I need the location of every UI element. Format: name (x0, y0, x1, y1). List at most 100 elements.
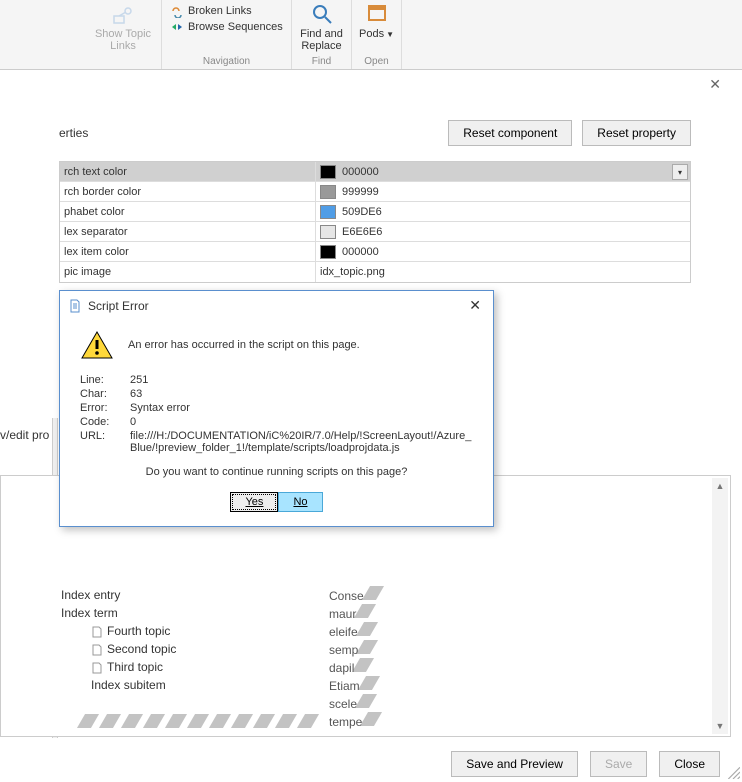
show-topic-links-button: Show Topic Links (93, 0, 153, 52)
preview-word: tempe (329, 712, 380, 730)
preview-pane: ConsemaureleifesempdapilEtiamsceletempe (329, 586, 380, 730)
property-row[interactable]: lex separatorE6E6E6 (60, 222, 690, 242)
color-swatch (320, 245, 336, 259)
save-button[interactable]: Save (590, 751, 647, 777)
bottom-button-bar: Save and Preview Save Close (451, 751, 720, 777)
property-label: phabet color (60, 206, 315, 218)
page-icon (91, 625, 103, 637)
ribbon-group-navigation: Broken Links Browse Sequences Navigation (162, 0, 292, 69)
ribbon-group-find: Find and Replace Find (292, 0, 352, 69)
color-swatch (320, 225, 336, 239)
broken-links-icon (170, 4, 184, 18)
code-value: 0 (130, 416, 473, 428)
warning-icon (80, 330, 114, 360)
resize-grip-icon[interactable] (726, 765, 740, 779)
index-subitem-item[interactable]: Index subitem (61, 676, 176, 694)
property-value[interactable]: idx_topic.png (315, 262, 690, 282)
property-value-text: 000000 (342, 246, 379, 258)
script-error-body: An error has occurred in the script on t… (60, 320, 493, 526)
properties-table: rch text color 000000 ▾ rch border color 999… (59, 161, 691, 283)
url-value: file:///H:/DOCUMENTATION/iC%20IR/7.0/Hel… (130, 430, 473, 454)
pods-button[interactable]: Pods ▼ (359, 28, 394, 40)
script-error-title: Script Error (88, 299, 149, 313)
char-value: 63 (130, 388, 473, 400)
pods-label: Pods (359, 28, 384, 40)
index-entry-item[interactable]: Index entry (61, 586, 176, 604)
property-row[interactable]: rch text color 000000 ▾ (60, 162, 690, 182)
script-error-message: An error has occurred in the script on t… (128, 339, 360, 351)
script-error-details: Line:251 Char:63 Error:Syntax error Code… (80, 374, 473, 454)
code-label: Code: (80, 416, 130, 428)
fourth-topic-item[interactable]: Fourth topic (61, 622, 176, 640)
property-row[interactable]: phabet color 509DE6 (60, 202, 690, 222)
preview-word: maur (329, 604, 380, 622)
preview-word: Conse (329, 586, 380, 604)
line-label: Line: (80, 374, 130, 386)
page-icon (91, 643, 103, 655)
preview-word: Etiam (329, 676, 380, 694)
browse-sequences-label: Browse Sequences (188, 21, 283, 33)
property-row[interactable]: rch border color 999999 (60, 182, 690, 202)
scroll-down-icon[interactable]: ▼ (712, 718, 728, 734)
property-value-text: 509DE6 (342, 206, 382, 218)
script-error-titlebar: Script Error ✕ (60, 291, 493, 320)
reset-property-button[interactable]: Reset property (582, 120, 691, 146)
browse-sequences-button[interactable]: Browse Sequences (170, 19, 283, 35)
error-label: Error: (80, 402, 130, 414)
property-row[interactable]: pic image idx_topic.png (60, 262, 690, 282)
dialog-close-button[interactable]: ✕ (709, 76, 721, 93)
chevron-down-icon: ▼ (386, 30, 394, 39)
page-icon (91, 661, 103, 673)
scrollbar-vertical[interactable]: ▲ ▼ (712, 478, 728, 734)
property-value[interactable]: 509DE6 (315, 202, 690, 221)
ribbon-group-open: Pods ▼ Open (352, 0, 402, 69)
broken-links-label: Broken Links (188, 5, 252, 17)
property-value[interactable]: 000000 ▾ (315, 162, 690, 181)
property-label: pic image (60, 266, 315, 278)
preview-word: eleife (329, 622, 380, 640)
color-swatch (320, 165, 336, 179)
url-label: URL: (80, 430, 130, 454)
script-error-question: Do you want to continue running scripts … (80, 466, 473, 478)
property-value[interactable]: E6E6E6 (315, 222, 690, 241)
save-and-preview-button[interactable]: Save and Preview (451, 751, 578, 777)
close-button[interactable]: Close (659, 751, 720, 777)
pods-icon (365, 2, 389, 26)
property-value-text: 000000 (342, 166, 379, 178)
yes-button[interactable]: Yes (230, 492, 278, 512)
index-term-item[interactable]: Index term (61, 604, 176, 622)
chevron-down-icon[interactable]: ▾ (672, 164, 688, 180)
property-value-text: idx_topic.png (320, 266, 385, 278)
property-label: lex item color (60, 246, 315, 258)
document-icon (68, 299, 82, 313)
browse-sequences-icon (170, 20, 184, 34)
property-value-text: E6E6E6 (342, 226, 382, 238)
script-error-close-button[interactable]: ✕ (465, 297, 485, 314)
no-button[interactable]: No (278, 492, 322, 512)
ribbon-open-label: Open (352, 56, 401, 67)
second-topic-item[interactable]: Second topic (61, 640, 176, 658)
property-value[interactable]: 000000 (315, 242, 690, 261)
scroll-up-icon[interactable]: ▲ (712, 478, 728, 494)
show-topic-links-label: Show Topic Links (93, 28, 153, 52)
preview-word: dapil (329, 658, 380, 676)
find-replace-button[interactable]: Find and Replace (300, 28, 343, 52)
erties-label: erties (59, 126, 88, 140)
preview-word: scele (329, 694, 380, 712)
script-error-buttons: Yes No (80, 492, 473, 512)
reset-component-button[interactable]: Reset component (448, 120, 572, 146)
preview-word: semp (329, 640, 380, 658)
property-value-text: 999999 (342, 186, 379, 198)
dialog-header: erties Reset component Reset property (59, 70, 731, 151)
broken-links-button[interactable]: Broken Links (170, 3, 252, 19)
char-label: Char: (80, 388, 130, 400)
error-value: Syntax error (130, 402, 473, 414)
color-swatch (320, 185, 336, 199)
third-topic-item[interactable]: Third topic (61, 658, 176, 676)
property-label: rch text color (60, 166, 315, 178)
smudge-row (81, 714, 315, 728)
property-value[interactable]: 999999 (315, 182, 690, 201)
property-row[interactable]: lex item color 000000 (60, 242, 690, 262)
find-icon (310, 2, 334, 26)
property-label: rch border color (60, 186, 315, 198)
